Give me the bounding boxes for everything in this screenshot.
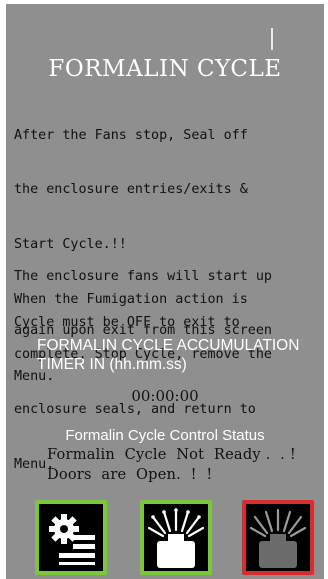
timer-label: FORMALIN CYCLE ACCUMULATION TIMER IN (hh… bbox=[37, 336, 327, 374]
instruction-line: the enclosure entries/exits & bbox=[14, 182, 248, 198]
status-label: Formalin Cycle Control Status bbox=[65, 427, 265, 444]
formalin-cycle-screen: FORMALIN CYCLE After the Fans stop, Seal… bbox=[0, 0, 328, 579]
timer-value: 00:00:00 bbox=[131, 387, 199, 405]
start-cycle-button[interactable] bbox=[140, 500, 212, 575]
fumigator-on-icon bbox=[144, 504, 208, 571]
gear-menu-icon bbox=[39, 504, 103, 571]
instruction-line: After the Fans stop, Seal off bbox=[14, 127, 248, 143]
menu-button[interactable] bbox=[35, 500, 107, 575]
status-message-line-2: Doors are Open. ! ! bbox=[47, 466, 213, 483]
timer-label-line: FORMALIN CYCLE ACCUMULATION bbox=[37, 337, 300, 354]
timer-label-line: TIMER IN (hh.mm.ss) bbox=[37, 356, 187, 373]
cursor-marker bbox=[271, 28, 273, 50]
page-title: FORMALIN CYCLE bbox=[48, 56, 282, 82]
instruction-line: Cycle must be OFF to exit to bbox=[14, 314, 240, 330]
stop-cycle-button[interactable] bbox=[242, 500, 314, 575]
status-message-line-1: Formalin Cycle Not Ready . . ! bbox=[47, 446, 296, 463]
fumigator-off-icon bbox=[246, 504, 310, 571]
